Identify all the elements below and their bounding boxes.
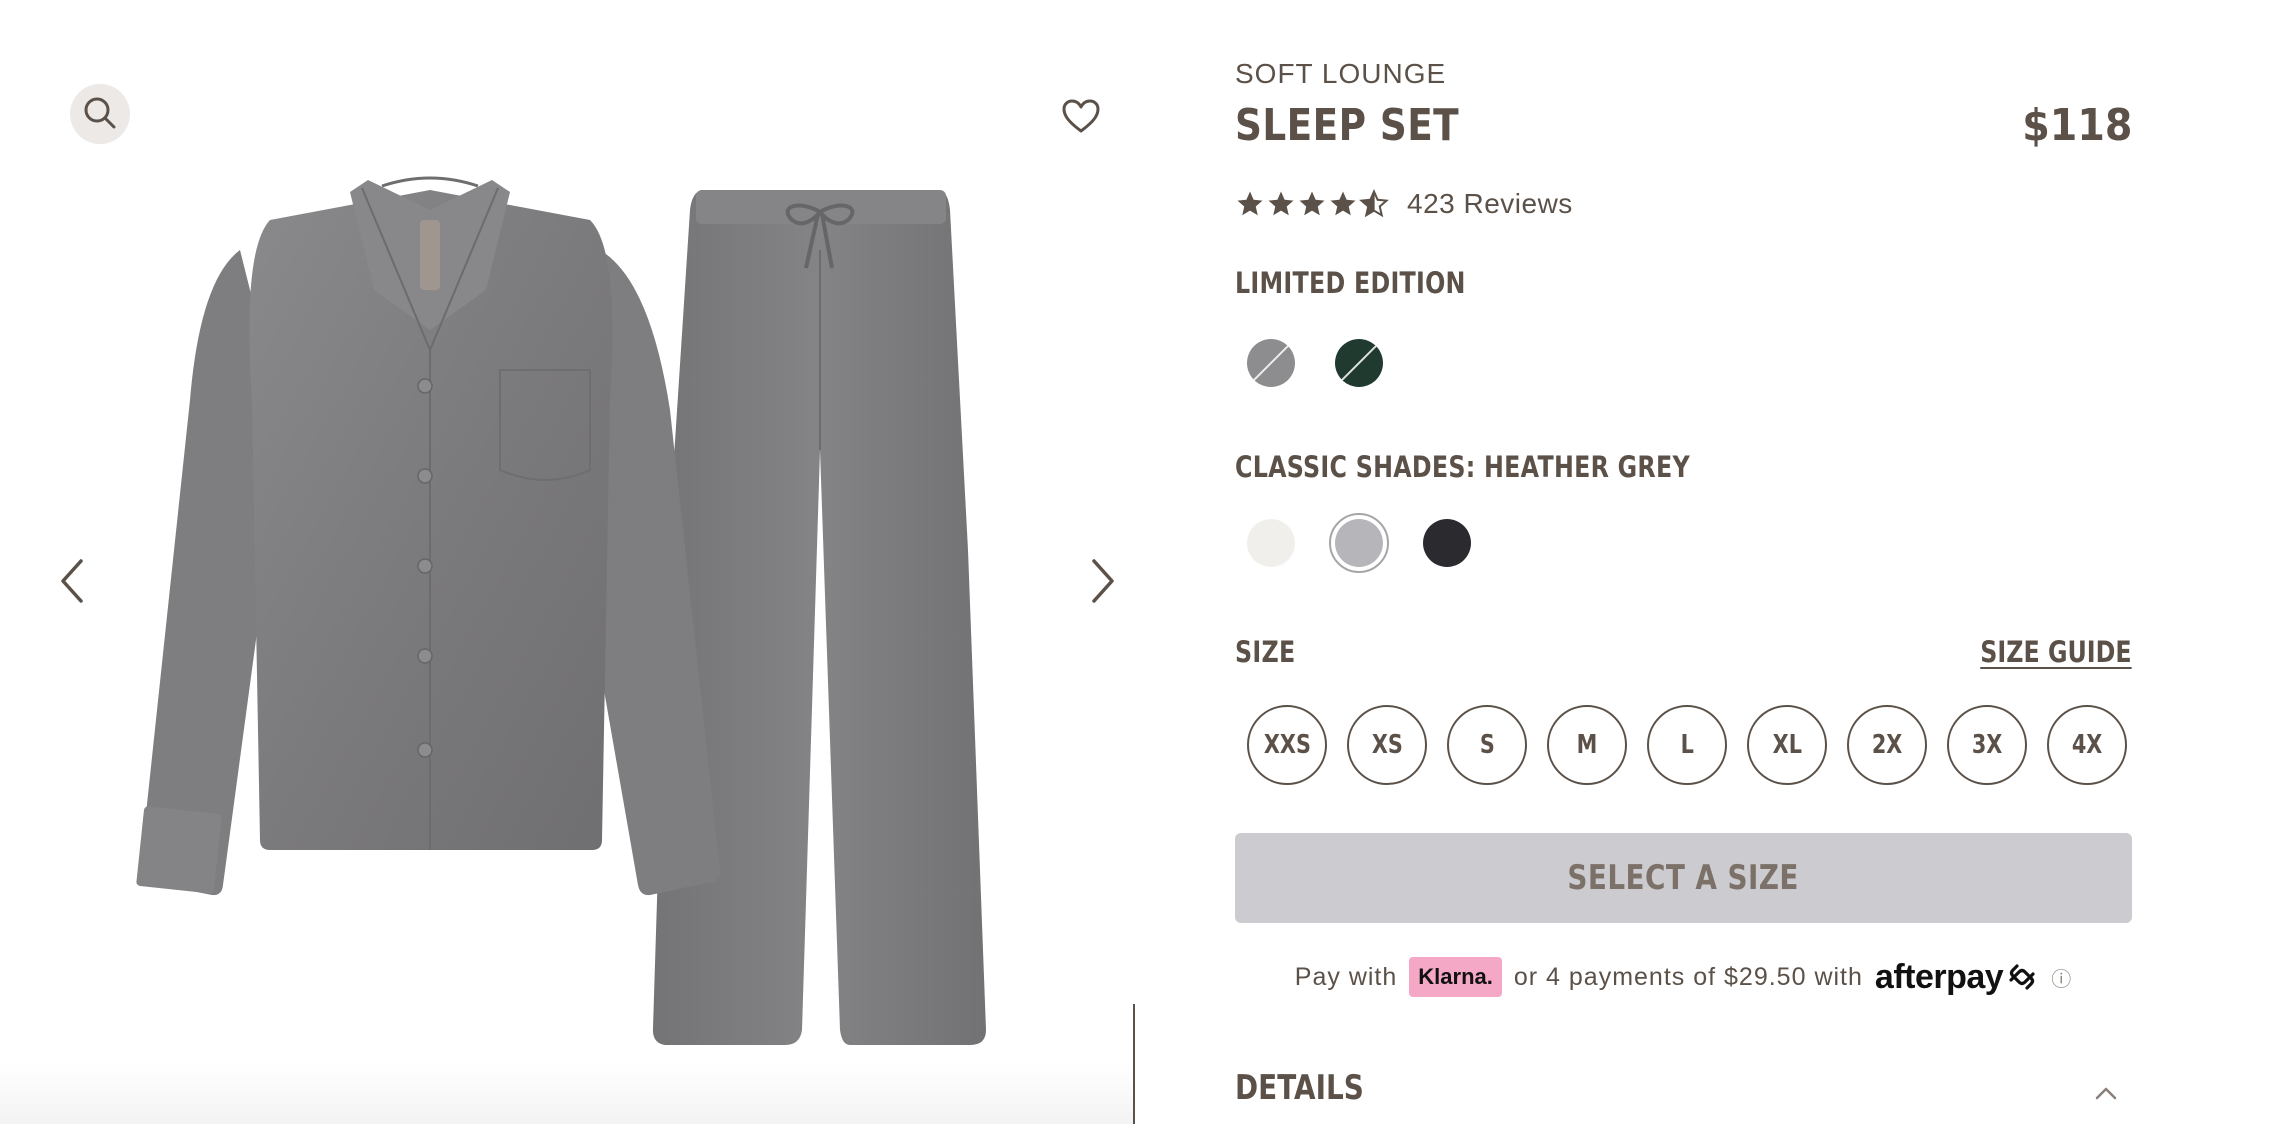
size-option-label: 2X — [1871, 730, 1903, 760]
klarna-badge[interactable]: Klarna. — [1409, 957, 1502, 997]
product-gallery — [0, 0, 1134, 1124]
size-label: SIZE — [1235, 635, 1296, 669]
size-option-label: 4X — [2071, 730, 2103, 760]
afterpay-logo[interactable]: afterpay — [1875, 958, 2039, 997]
swatch-classic-cream[interactable] — [1241, 513, 1301, 573]
details-label: DETAILS — [1235, 1068, 1364, 1108]
gallery-divider — [1133, 1004, 1135, 1124]
swatch-color — [1423, 519, 1471, 567]
star-icon — [1268, 191, 1294, 216]
size-option-2x[interactable]: 2X — [1847, 705, 1927, 785]
previous-image-button[interactable] — [47, 552, 97, 612]
size-options: XXS XS S M L XL 2X 3X 4X — [1247, 705, 2127, 785]
pants-illustration — [652, 190, 986, 1045]
product-price: $118 — [2021, 100, 2132, 151]
swatch-limited-grey[interactable] — [1241, 333, 1301, 393]
swatch-classic-black[interactable] — [1417, 513, 1477, 573]
product-title: SLEEP SET — [1235, 100, 1460, 151]
swatch-classic-heather-grey[interactable] — [1329, 513, 1389, 573]
swatch-color — [1247, 519, 1295, 567]
limited-edition-label: LIMITED EDITION — [1235, 266, 1466, 300]
wishlist-button[interactable] — [1058, 94, 1104, 140]
size-option-label: XXS — [1263, 730, 1311, 760]
next-image-button[interactable] — [1078, 552, 1128, 612]
limited-edition-swatches — [1235, 333, 1389, 393]
size-option-xxs[interactable]: XXS — [1247, 705, 1327, 785]
search-icon — [82, 95, 118, 134]
add-to-bag-label: SELECT A SIZE — [1567, 858, 1800, 898]
star-rating — [1235, 189, 1389, 219]
chevron-left-icon — [57, 557, 87, 608]
rating-summary[interactable]: 423 Reviews — [1235, 184, 1573, 224]
gallery-bottom-fade — [0, 1064, 1134, 1124]
size-option-s[interactable]: S — [1447, 705, 1527, 785]
payment-installments-text: or 4 payments of $29.50 with — [1513, 962, 1863, 991]
size-option-3x[interactable]: 3X — [1947, 705, 2027, 785]
size-option-label: 3X — [1971, 730, 2003, 760]
product-info-panel: SOFT LOUNGE SLEEP SET $118 423 Reviews L… — [1235, 0, 2132, 1124]
classic-shades-swatches — [1235, 513, 1477, 573]
classic-shades-label: CLASSIC SHADES: HEATHER GREY — [1235, 450, 1690, 484]
zoom-button[interactable] — [70, 84, 130, 144]
details-accordion[interactable]: DETAILS — [1235, 1068, 2132, 1124]
size-option-label: M — [1576, 730, 1598, 760]
size-option-m[interactable]: M — [1547, 705, 1627, 785]
afterpay-arrows-icon — [2009, 964, 2035, 990]
size-guide-link[interactable]: SIZE GUIDE — [1981, 635, 2132, 669]
size-option-xl[interactable]: XL — [1747, 705, 1827, 785]
swatch-color — [1247, 339, 1295, 387]
size-option-label: XL — [1772, 730, 1802, 760]
star-icon — [1299, 191, 1325, 216]
add-to-bag-button[interactable]: SELECT A SIZE — [1235, 833, 2132, 923]
size-option-label: L — [1680, 730, 1694, 760]
size-option-xs[interactable]: XS — [1347, 705, 1427, 785]
size-option-label: XS — [1371, 730, 1403, 760]
chevron-up-icon — [2094, 1086, 2118, 1105]
swatch-color — [1335, 519, 1383, 567]
star-icon — [1237, 191, 1263, 216]
star-icon — [1330, 191, 1356, 216]
half-star-icon — [1359, 189, 1389, 218]
payment-prefix: Pay with — [1294, 962, 1398, 991]
payment-options: Pay with Klarna. or 4 payments of $29.50… — [1235, 952, 2132, 1002]
size-option-l[interactable]: L — [1647, 705, 1727, 785]
product-page: SOFT LOUNGE SLEEP SET $118 423 Reviews L… — [0, 0, 2276, 1124]
product-image — [136, 176, 986, 1045]
swatch-limited-green[interactable] — [1329, 333, 1389, 393]
collection-name: SOFT LOUNGE — [1235, 58, 1447, 89]
afterpay-wordmark: afterpay — [1874, 957, 2004, 996]
chevron-right-icon — [1088, 557, 1118, 608]
reviews-link[interactable]: 423 Reviews — [1407, 188, 1573, 220]
size-option-4x[interactable]: 4X — [2047, 705, 2127, 785]
info-icon[interactable]: ⓘ — [2051, 963, 2072, 992]
heart-outline-icon — [1061, 98, 1101, 137]
shirt-illustration — [136, 176, 721, 896]
size-option-label: S — [1479, 730, 1495, 760]
swatch-color — [1335, 339, 1383, 387]
